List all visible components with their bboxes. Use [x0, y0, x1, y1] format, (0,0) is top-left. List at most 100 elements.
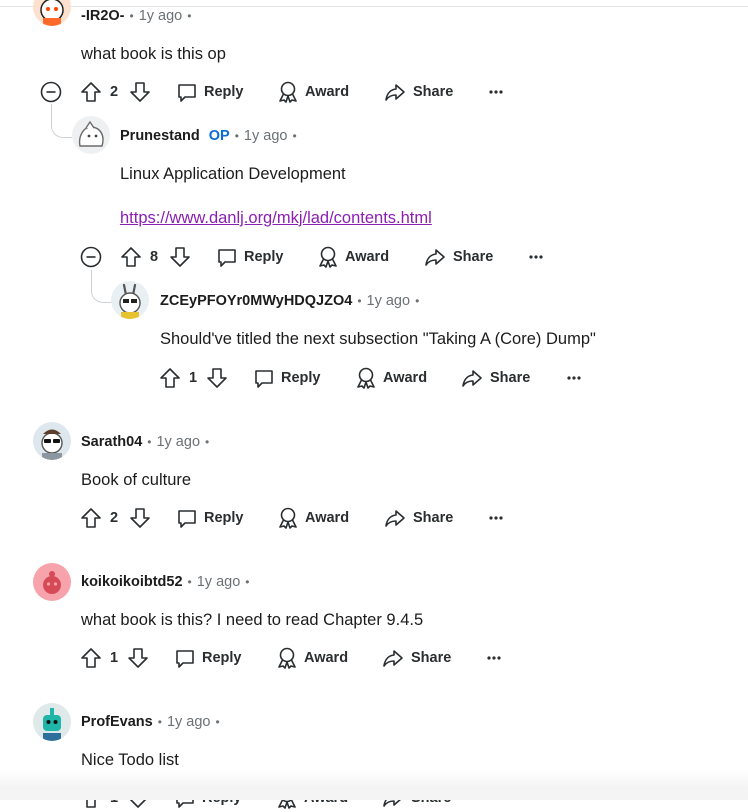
- avatar[interactable]: [33, 563, 71, 601]
- share-button[interactable]: Share: [384, 78, 453, 106]
- share-arrow-icon: [462, 370, 482, 387]
- downvote-button[interactable]: [127, 644, 149, 672]
- award-button[interactable]: Award: [277, 504, 349, 532]
- award-label: Award: [304, 650, 349, 666]
- more-options-button[interactable]: [528, 243, 544, 271]
- separator-dot: •: [292, 129, 297, 143]
- vote-count: 2: [110, 84, 119, 100]
- share-label: Share: [490, 370, 531, 386]
- reply-label: Reply: [204, 84, 244, 100]
- share-arrow-icon: [383, 650, 403, 667]
- username[interactable]: koikoikoibtd52: [81, 574, 183, 590]
- more-options-button[interactable]: [566, 364, 582, 392]
- timestamp[interactable]: 1y ago: [197, 574, 241, 590]
- username[interactable]: -IR2O-: [81, 8, 125, 24]
- username[interactable]: Sarath04: [81, 434, 142, 450]
- ellipsis-icon: [487, 656, 501, 660]
- upvote-button[interactable]: [80, 504, 102, 532]
- vote-count: 1: [189, 370, 198, 386]
- timestamp[interactable]: 1y ago: [367, 293, 411, 309]
- share-button[interactable]: Share: [461, 364, 530, 392]
- arrow-up-icon: [81, 648, 101, 668]
- reply-button[interactable]: Reply: [216, 243, 284, 271]
- arrow-down-icon: [207, 368, 227, 388]
- avatar[interactable]: [33, 0, 71, 26]
- award-button[interactable]: Award: [276, 644, 348, 672]
- bottom-fade: [0, 770, 748, 800]
- award-label: Award: [383, 370, 428, 386]
- share-arrow-icon: [385, 510, 405, 527]
- speech-bubble-icon: [178, 510, 196, 528]
- comment-body: Linux Application Development: [120, 165, 346, 183]
- avatar[interactable]: [111, 281, 149, 319]
- share-label: Share: [453, 249, 494, 265]
- collapse-minus-icon: [40, 81, 62, 103]
- downvote-button[interactable]: [169, 243, 191, 271]
- share-button[interactable]: Share: [424, 243, 493, 271]
- timestamp[interactable]: 1y ago: [139, 8, 183, 24]
- more-options-button[interactable]: [486, 644, 502, 672]
- collapse-minus-icon: [80, 246, 102, 268]
- username[interactable]: ProfEvans: [81, 714, 153, 730]
- timestamp[interactable]: 1y ago: [167, 714, 211, 730]
- ellipsis-icon: [567, 376, 581, 380]
- username[interactable]: ZCEyPFOYr0MWyHDQJZO4: [160, 293, 352, 309]
- reply-button[interactable]: Reply: [174, 644, 242, 672]
- username[interactable]: Prunestand: [120, 128, 200, 144]
- award-button[interactable]: Award: [355, 364, 427, 392]
- speech-bubble-icon: [255, 370, 273, 388]
- award-button[interactable]: Award: [277, 78, 349, 106]
- award-ribbon-icon: [319, 246, 337, 268]
- share-button[interactable]: Share: [384, 504, 453, 532]
- arrow-up-icon: [81, 82, 101, 102]
- comment-link[interactable]: https://www.danlj.org/mkj/lad/contents.h…: [120, 209, 432, 228]
- reply-button[interactable]: Reply: [253, 364, 321, 392]
- arrow-down-icon: [130, 508, 150, 528]
- collapse-button[interactable]: [80, 243, 102, 271]
- timestamp[interactable]: 1y ago: [244, 128, 288, 144]
- separator-dot: •: [357, 294, 362, 308]
- avatar[interactable]: [33, 703, 71, 741]
- downvote-button[interactable]: [129, 504, 151, 532]
- share-label: Share: [413, 84, 454, 100]
- award-button[interactable]: Award: [317, 243, 389, 271]
- award-label: Award: [305, 84, 350, 100]
- vote-count: 1: [110, 650, 119, 666]
- reply-button[interactable]: Reply: [176, 78, 244, 106]
- share-arrow-icon: [425, 249, 445, 266]
- share-label: Share: [413, 510, 454, 526]
- award-ribbon-icon: [278, 647, 296, 669]
- reply-button[interactable]: Reply: [176, 504, 244, 532]
- ellipsis-icon: [489, 90, 503, 94]
- thread-line: [91, 270, 112, 303]
- arrow-up-icon: [81, 508, 101, 528]
- share-button[interactable]: Share: [382, 644, 451, 672]
- reply-label: Reply: [204, 510, 244, 526]
- more-options-button[interactable]: [488, 504, 504, 532]
- comment-body: Should've titled the next subsection "Ta…: [160, 330, 596, 348]
- upvote-button[interactable]: [120, 243, 142, 271]
- downvote-button[interactable]: [206, 364, 228, 392]
- upvote-button[interactable]: [159, 364, 181, 392]
- comment-body: what book is this op: [81, 45, 226, 63]
- upvote-button[interactable]: [80, 78, 102, 106]
- collapse-button[interactable]: [40, 78, 62, 106]
- downvote-button[interactable]: [129, 78, 151, 106]
- upvote-button[interactable]: [80, 644, 102, 672]
- separator-dot: •: [245, 575, 250, 589]
- speech-bubble-icon: [218, 249, 236, 267]
- separator-dot: •: [234, 129, 239, 143]
- separator-dot: •: [215, 715, 220, 729]
- share-label: Share: [411, 650, 452, 666]
- avatar[interactable]: [72, 116, 110, 154]
- avatar[interactable]: [33, 422, 71, 460]
- award-ribbon-icon: [279, 81, 297, 103]
- award-label: Award: [345, 249, 390, 265]
- award-label: Award: [305, 510, 350, 526]
- separator-dot: •: [129, 9, 134, 23]
- reply-label: Reply: [244, 249, 284, 265]
- timestamp[interactable]: 1y ago: [156, 434, 200, 450]
- separator-dot: •: [187, 575, 192, 589]
- op-badge: OP: [208, 128, 230, 144]
- more-options-button[interactable]: [488, 78, 504, 106]
